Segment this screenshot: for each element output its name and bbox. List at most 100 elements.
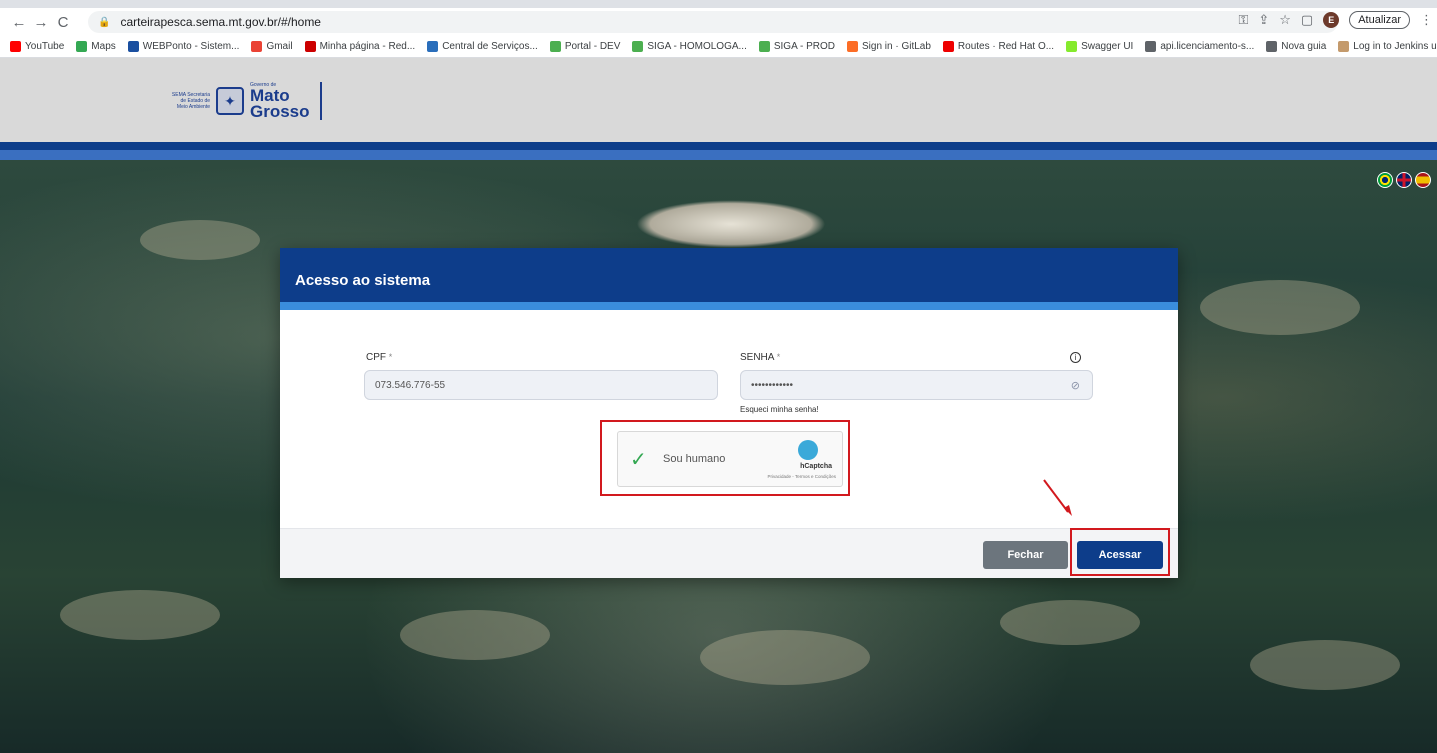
bookmark-favicon-icon — [1145, 41, 1157, 52]
bookmark-label: SIGA - HOMOLOGA... — [647, 41, 747, 52]
bookmark-label: Maps — [91, 41, 116, 52]
cpf-required-mark: * — [388, 352, 393, 362]
bookmark-label: SIGA - PROD — [773, 41, 835, 52]
url-input[interactable]: 🔒 carteirapesca.sema.mt.gov.br/#/home — [88, 11, 1338, 33]
logo-sema-text: SEMA Secretaria de Estado de Meio Ambien… — [171, 92, 210, 110]
back-icon[interactable]: ← — [8, 11, 30, 33]
profile-avatar[interactable]: E — [1323, 12, 1340, 28]
bookmark-favicon-icon — [1338, 41, 1350, 52]
bookmark-item[interactable]: api.licenciamento-s... — [1145, 41, 1254, 52]
bookmark-label: Nova guia — [1281, 41, 1327, 52]
fish-shape — [700, 630, 870, 685]
bookmark-label: Minha página - Red... — [319, 41, 416, 52]
bookmark-favicon-icon — [846, 41, 858, 52]
cpf-label-text: CPF — [366, 352, 386, 363]
bookmark-label: YouTube — [25, 41, 65, 52]
bookmark-item[interactable]: WEBPonto - Sistem... — [127, 41, 240, 52]
header-stripe — [0, 142, 1437, 160]
senha-value: •••••••••••• — [751, 379, 794, 391]
mato-grosso-logo[interactable]: SEMA Secretaria de Estado de Meio Ambien… — [170, 82, 322, 120]
catfish-image — [636, 200, 826, 248]
address-bar: ← → C 🔒 carteirapesca.sema.mt.gov.br/#/h… — [0, 8, 1437, 36]
bookmark-label: api.licenciamento-s... — [1160, 41, 1255, 52]
senha-input[interactable]: •••••••••••• ⊘ — [740, 370, 1093, 400]
bookmark-item[interactable]: Minha página - Red... — [304, 41, 416, 52]
browser-tools: ⚿ ⇪ ☆ ▢ E Atualizar ⋮ — [1238, 11, 1433, 29]
lock-icon: 🔒 — [98, 16, 111, 28]
bookmark-item[interactable]: Maps — [76, 41, 116, 52]
modal-footer: Fechar Acessar — [280, 528, 1178, 578]
bookmark-favicon-icon — [10, 41, 21, 52]
logo-divider — [319, 82, 322, 120]
sidepanel-icon[interactable]: ▢ — [1301, 12, 1313, 28]
hcaptcha-logo-icon — [798, 440, 818, 460]
hcaptcha-brand: hCaptcha — [800, 463, 832, 470]
flag-brazil-icon[interactable] — [1377, 172, 1393, 188]
star-icon[interactable]: ☆ — [1279, 12, 1291, 28]
modal-title: Acesso ao sistema — [280, 248, 1178, 310]
logo-line2: Grosso — [250, 102, 310, 121]
site-header: SEMA Secretaria de Estado de Meio Ambien… — [0, 58, 1437, 142]
cpf-value: 073.546.776-55 — [375, 379, 446, 391]
bookmark-item[interactable]: SIGA - PROD — [758, 41, 835, 52]
forgot-password-link[interactable]: Esqueci minha senha! — [740, 405, 819, 414]
eye-slash-icon[interactable]: ⊘ — [1071, 379, 1080, 392]
senha-label: SENHA * — [740, 352, 780, 363]
bookmark-item[interactable]: YouTube — [10, 41, 64, 52]
captcha-highlight: ✓ Sou humano hCaptcha Privacidade - Term… — [600, 420, 850, 496]
bookmark-label: Swagger UI — [1081, 41, 1134, 52]
access-highlight — [1070, 528, 1170, 576]
flag-uk-icon[interactable] — [1396, 172, 1412, 188]
menu-kebab-icon[interactable]: ⋮ — [1420, 12, 1433, 28]
flag-spain-icon[interactable] — [1415, 172, 1431, 188]
bookmark-favicon-icon — [76, 41, 88, 52]
seal-icon: ✦ — [216, 87, 244, 115]
cpf-label: CPF * — [366, 352, 392, 363]
language-flags — [1377, 172, 1431, 188]
hcaptcha-links[interactable]: Privacidade - Termos e Condições — [768, 474, 836, 479]
close-button[interactable]: Fechar — [983, 541, 1068, 569]
url-text: carteirapesca.sema.mt.gov.br/#/home — [120, 15, 321, 29]
bookmark-label: WEBPonto - Sistem... — [142, 41, 240, 52]
bookmark-item[interactable]: Nova guia — [1266, 41, 1326, 52]
bookmark-item[interactable]: Sign in · GitLab — [846, 41, 931, 52]
bookmark-item[interactable]: Central de Serviços... — [427, 41, 538, 52]
info-icon[interactable]: i — [1070, 352, 1081, 363]
bookmark-label: Routes · Red Hat O... — [957, 41, 1055, 52]
bookmark-item[interactable]: Routes · Red Hat O... — [942, 41, 1055, 52]
bookmark-label: Portal - DEV — [564, 41, 621, 52]
logo-wordmark: Governo de Mato Grosso — [250, 82, 310, 120]
bookmark-favicon-icon — [942, 41, 954, 52]
bookmark-label: Sign in · GitLab — [861, 41, 931, 52]
bookmark-favicon-icon — [549, 41, 561, 52]
fish-shape — [60, 590, 220, 640]
senha-label-text: SENHA — [740, 352, 774, 363]
bookmark-item[interactable]: SIGA - HOMOLOGA... — [632, 41, 747, 52]
forward-icon[interactable]: → — [30, 11, 52, 33]
cpf-input[interactable]: 073.546.776-55 — [364, 370, 718, 400]
bookmark-favicon-icon — [1266, 41, 1278, 52]
fish-shape — [1200, 280, 1360, 335]
bookmark-favicon-icon — [251, 41, 263, 52]
update-button[interactable]: Atualizar — [1349, 11, 1410, 29]
bookmark-item[interactable]: Gmail — [251, 41, 293, 52]
key-icon[interactable]: ⚿ — [1238, 12, 1248, 28]
bookmark-favicon-icon — [632, 41, 644, 52]
share-icon[interactable]: ⇪ — [1258, 12, 1269, 28]
bookmark-favicon-icon — [1066, 41, 1078, 52]
bookmark-item[interactable]: Swagger UI — [1066, 41, 1133, 52]
bookmarks-bar: YouTube Maps WEBPonto - Sistem... Gmail Minh… — [0, 36, 1437, 58]
arrow-annotation-icon — [1043, 479, 1072, 516]
reload-icon[interactable]: C — [52, 11, 74, 33]
senha-required-mark: * — [776, 352, 781, 362]
bookmark-item[interactable]: Log in to Jenkins us... — [1338, 41, 1437, 52]
bookmark-label: Log in to Jenkins us... — [1353, 41, 1437, 52]
bookmark-item[interactable]: Portal - DEV — [549, 41, 621, 52]
bookmark-favicon-icon — [127, 41, 139, 52]
hcaptcha-widget[interactable]: ✓ Sou humano hCaptcha Privacidade - Term… — [617, 431, 843, 487]
checkmark-icon[interactable]: ✓ — [630, 447, 647, 472]
tab-strip — [0, 0, 1437, 8]
bookmark-favicon-icon — [304, 41, 316, 52]
fish-shape — [1250, 640, 1400, 690]
bookmark-label: Gmail — [266, 41, 293, 52]
